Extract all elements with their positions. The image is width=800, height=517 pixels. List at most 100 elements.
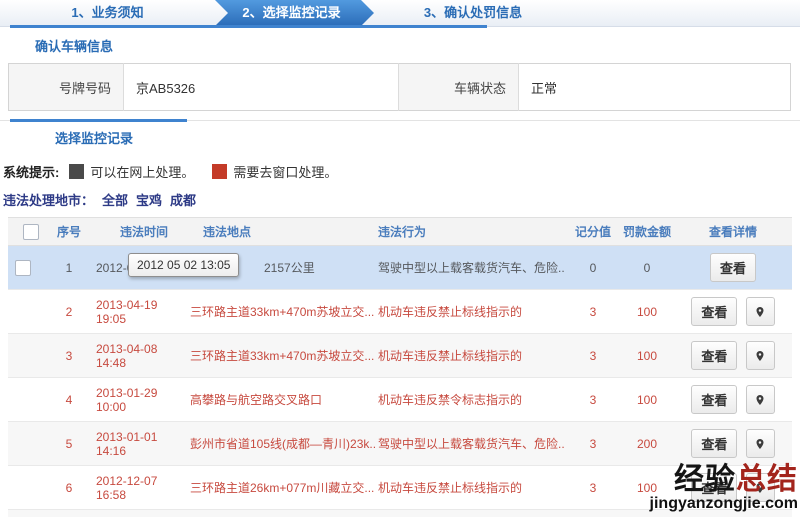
map-pin-button[interactable] xyxy=(746,429,775,458)
cell-seq: 5 xyxy=(48,422,90,466)
plate-number-value: 京AB5326 xyxy=(124,64,399,111)
cell-points: 0 xyxy=(566,510,620,517)
tab-step-3-confirm-penalty[interactable]: 3、确认处罚信息 xyxy=(368,0,578,26)
view-button[interactable]: 查看 xyxy=(691,429,737,458)
city-filter-line: 违法处理地市： 全部宝鸡成都 xyxy=(3,190,800,209)
cell-fine: 200 xyxy=(620,422,674,466)
records-section: 选择监控记录 系统提示: 可以在网上处理。 需要去窗口处理。 违法处理地市： 全部… xyxy=(0,120,800,517)
cell-location-text: 三环路主道33km+470m苏坡立交... xyxy=(190,349,374,363)
view-button[interactable]: 查看 xyxy=(691,341,737,370)
cell-points: 0 xyxy=(566,246,620,290)
cell-seq: 2 xyxy=(48,290,90,334)
window-color-swatch xyxy=(212,164,227,179)
cell-points: 3 xyxy=(566,422,620,466)
cell-seq: 4 xyxy=(48,378,90,422)
header-location: 违法地点 xyxy=(188,218,376,246)
map-pin-icon xyxy=(754,437,766,451)
header-time: 违法时间 xyxy=(90,218,188,246)
cell-time-text: 2013-04-08 14:48 xyxy=(96,342,157,370)
cell-points: 3 xyxy=(566,378,620,422)
cell-time-text: 2013-04-19 19:05 xyxy=(96,298,157,326)
view-button[interactable]: 查看 xyxy=(691,385,737,414)
system-tip-line: 系统提示: 可以在网上处理。 需要去窗口处理。 xyxy=(3,162,800,181)
view-button[interactable]: 查看 xyxy=(710,253,756,282)
header-fine: 罚款金额 xyxy=(620,218,674,246)
time-tooltip: 2012 05 02 13:05 xyxy=(128,253,239,277)
cell-behavior: 机动车违反禁令标志指示的 xyxy=(376,378,566,422)
view-button-label: 查看 xyxy=(701,390,727,409)
window-tip-text: 需要去窗口处理。 xyxy=(233,162,337,181)
view-button-label: 查看 xyxy=(701,346,727,365)
row-checkbox[interactable] xyxy=(15,260,31,276)
cell-seq: 6 xyxy=(48,466,90,510)
records-section-title: 选择监控记录 xyxy=(55,128,800,147)
cell-behavior: 驾驶中型以上载客载货汽车、危险.. xyxy=(376,422,566,466)
cell-behavior: 机动车违反禁止标线指示的 xyxy=(376,466,566,510)
map-pin-button[interactable] xyxy=(746,385,775,414)
watermark-url: jingyanzongjie.com xyxy=(650,496,798,512)
cell-seq: 3 xyxy=(48,334,90,378)
city-filter-label: 违法处理地市： xyxy=(3,193,94,208)
table-row[interactable]: 2 2013-04-19 19:05 三环路主道33km+470m苏坡立交...… xyxy=(8,290,792,334)
map-pin-icon xyxy=(754,305,766,319)
cell-fine: 100 xyxy=(620,290,674,334)
map-pin-icon xyxy=(754,393,766,407)
watermark: 经验总结 jingyanzongjie.com xyxy=(650,465,798,512)
map-pin-button[interactable] xyxy=(746,297,775,326)
cell-points: 3 xyxy=(566,290,620,334)
cell-behavior: 驾驶中型以上载客载货汽车、危险.. xyxy=(376,510,566,517)
table-row[interactable]: 5 2013-01-01 14:16 彭州市省道105线(成都—青川)23k..… xyxy=(8,422,792,466)
city-option-chengdu[interactable]: 成都 xyxy=(170,193,196,208)
online-tip-text: 可以在网上处理。 xyxy=(90,162,194,181)
cell-fine: 100 xyxy=(620,334,674,378)
city-option-baoji[interactable]: 宝鸡 xyxy=(136,193,162,208)
tab-step-1-business-notice[interactable]: 1、业务须知 xyxy=(0,0,215,26)
vehicle-section-title: 确认车辆信息 xyxy=(35,36,800,55)
cell-behavior: 机动车违反禁止标线指示的 xyxy=(376,290,566,334)
cell-location-text: 高攀路与航空路交叉路口 xyxy=(190,393,322,407)
cell-seq: 1 xyxy=(48,246,90,290)
cell-location-text: 2157公里 xyxy=(264,261,315,275)
map-pin-button[interactable] xyxy=(746,341,775,370)
header-detail: 查看详情 xyxy=(674,218,792,246)
table-header-row: 序号 违法时间 违法地点 违法行为 记分值 罚款金额 查看详情 xyxy=(8,218,792,246)
records-tab-underline xyxy=(10,119,187,122)
step-tabs-bar: 1、业务须知 2、选择监控记录 3、确认处罚信息 xyxy=(0,0,800,26)
watermark-title: 经验总结 xyxy=(650,465,798,495)
cell-seq: 7 xyxy=(48,510,90,517)
cell-points: 3 xyxy=(566,466,620,510)
view-button-label: 查看 xyxy=(701,302,727,321)
header-seq: 序号 xyxy=(48,218,90,246)
view-button[interactable]: 查看 xyxy=(691,297,737,326)
plate-number-label: 号牌号码 xyxy=(9,64,124,111)
header-points: 记分值 xyxy=(566,218,620,246)
cell-behavior: 驾驶中型以上载客载货汽车、危险.. xyxy=(376,246,566,290)
map-pin-icon xyxy=(754,349,766,363)
table-row[interactable]: 4 2013-01-29 10:00 高攀路与航空路交叉路口 机动车违反禁令标志… xyxy=(8,378,792,422)
online-color-swatch xyxy=(69,164,84,179)
tab-step-2-select-records[interactable]: 2、选择监控记录 xyxy=(215,0,374,26)
vehicle-status-label: 车辆状态 xyxy=(399,64,519,111)
cell-time-text: 2013-01-01 14:16 xyxy=(96,430,157,458)
cell-fine: 100 xyxy=(620,378,674,422)
vehicle-info-form: 号牌号码 京AB5326 车辆状态 正常 xyxy=(8,63,791,111)
cell-location-text: 三环路主道26km+077m川藏立交... xyxy=(190,481,374,495)
cell-location-text: 三环路主道33km+470m苏坡立交... xyxy=(190,305,374,319)
cell-points: 3 xyxy=(566,334,620,378)
cell-location-text: 彭州市省道105线(成都—青川)23k... xyxy=(190,437,376,451)
vehicle-status-value: 正常 xyxy=(519,64,791,111)
view-button-label: 查看 xyxy=(701,434,727,453)
violation-records-page: 1、业务须知 2、选择监控记录 3、确认处罚信息 确认车辆信息 号牌号码 京AB… xyxy=(0,0,800,517)
view-button-label: 查看 xyxy=(720,258,746,277)
system-tip-label: 系统提示: xyxy=(3,162,59,181)
city-option-all[interactable]: 全部 xyxy=(102,193,128,208)
cell-behavior: 机动车违反禁止标线指示的 xyxy=(376,334,566,378)
table-row[interactable]: 3 2013-04-08 14:48 三环路主道33km+470m苏坡立交...… xyxy=(8,334,792,378)
cell-time-text: 2013-01-29 10:00 xyxy=(96,386,157,414)
header-behavior: 违法行为 xyxy=(376,218,566,246)
cell-time-text: 2012-12-07 16:58 xyxy=(96,474,157,502)
cell-fine: 0 xyxy=(620,246,674,290)
select-all-checkbox[interactable] xyxy=(23,224,39,240)
tabs-active-underline xyxy=(10,25,487,28)
table-row[interactable]: 1 2012-05-02 1 2012 05 02 13:05 2157公里 驾… xyxy=(8,246,792,290)
